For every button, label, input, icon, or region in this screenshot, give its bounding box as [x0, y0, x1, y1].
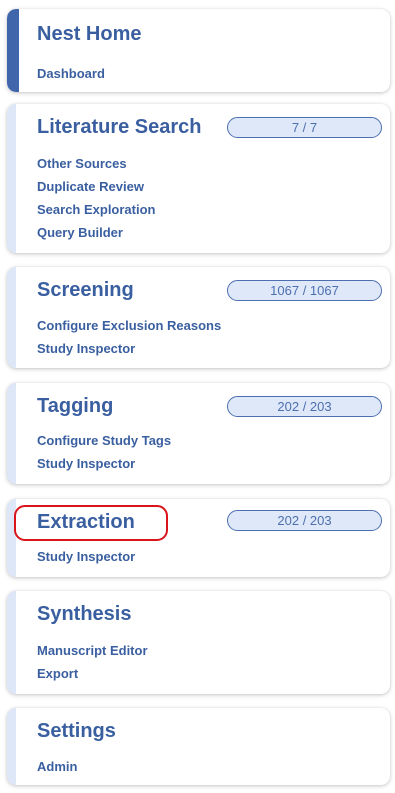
configure-study-tags-link[interactable]: Configure Study Tags [37, 429, 171, 452]
admin-link[interactable]: Admin [37, 755, 77, 778]
section-accent [7, 708, 16, 785]
section-accent [7, 591, 16, 694]
literature-search-card: Literature Search 7 / 7 Other Sources Du… [7, 104, 390, 253]
other-sources-link[interactable]: Other Sources [37, 152, 155, 175]
dashboard-link[interactable]: Dashboard [37, 62, 105, 85]
configure-exclusion-reasons-link[interactable]: Configure Exclusion Reasons [37, 314, 221, 337]
extraction-card: Extraction 202 / 203 Study Inspector [7, 499, 390, 577]
duplicate-review-link[interactable]: Duplicate Review [37, 175, 155, 198]
screening-title[interactable]: Screening [37, 279, 134, 302]
tagging-study-inspector-link[interactable]: Study Inspector [37, 452, 171, 475]
screening-links: Configure Exclusion Reasons Study Inspec… [37, 314, 221, 360]
query-builder-link[interactable]: Query Builder [37, 221, 155, 244]
synthesis-card: Synthesis Manuscript Editor Export [7, 591, 390, 694]
section-accent [7, 499, 16, 577]
export-link[interactable]: Export [37, 662, 148, 685]
section-accent [7, 267, 16, 368]
synthesis-title[interactable]: Synthesis [37, 603, 131, 626]
screening-progress-badge: 1067 / 1067 [227, 280, 382, 301]
nest-home-title[interactable]: Nest Home [37, 23, 141, 46]
search-exploration-link[interactable]: Search Exploration [37, 198, 155, 221]
extraction-title[interactable]: Extraction [37, 511, 135, 534]
screening-card: Screening 1067 / 1067 Configure Exclusio… [7, 267, 390, 368]
literature-search-progress-badge: 7 / 7 [227, 117, 382, 138]
synthesis-links: Manuscript Editor Export [37, 639, 148, 685]
nest-home-links: Dashboard [37, 62, 105, 85]
settings-title[interactable]: Settings [37, 720, 116, 743]
active-indicator [7, 9, 19, 92]
literature-search-title[interactable]: Literature Search [37, 116, 202, 139]
manuscript-editor-link[interactable]: Manuscript Editor [37, 639, 148, 662]
nest-home-card: Nest Home Dashboard [7, 9, 390, 92]
settings-links: Admin [37, 755, 77, 778]
tagging-card: Tagging 202 / 203 Configure Study Tags S… [7, 383, 390, 484]
settings-card: Settings Admin [7, 708, 390, 785]
literature-search-links: Other Sources Duplicate Review Search Ex… [37, 152, 155, 244]
tagging-links: Configure Study Tags Study Inspector [37, 429, 171, 475]
extraction-progress-badge: 202 / 203 [227, 510, 382, 531]
screening-study-inspector-link[interactable]: Study Inspector [37, 337, 221, 360]
extraction-study-inspector-link[interactable]: Study Inspector [37, 545, 135, 568]
section-accent [7, 383, 16, 484]
section-accent [7, 104, 16, 253]
tagging-title[interactable]: Tagging [37, 395, 113, 418]
tagging-progress-badge: 202 / 203 [227, 396, 382, 417]
extraction-links: Study Inspector [37, 545, 135, 568]
